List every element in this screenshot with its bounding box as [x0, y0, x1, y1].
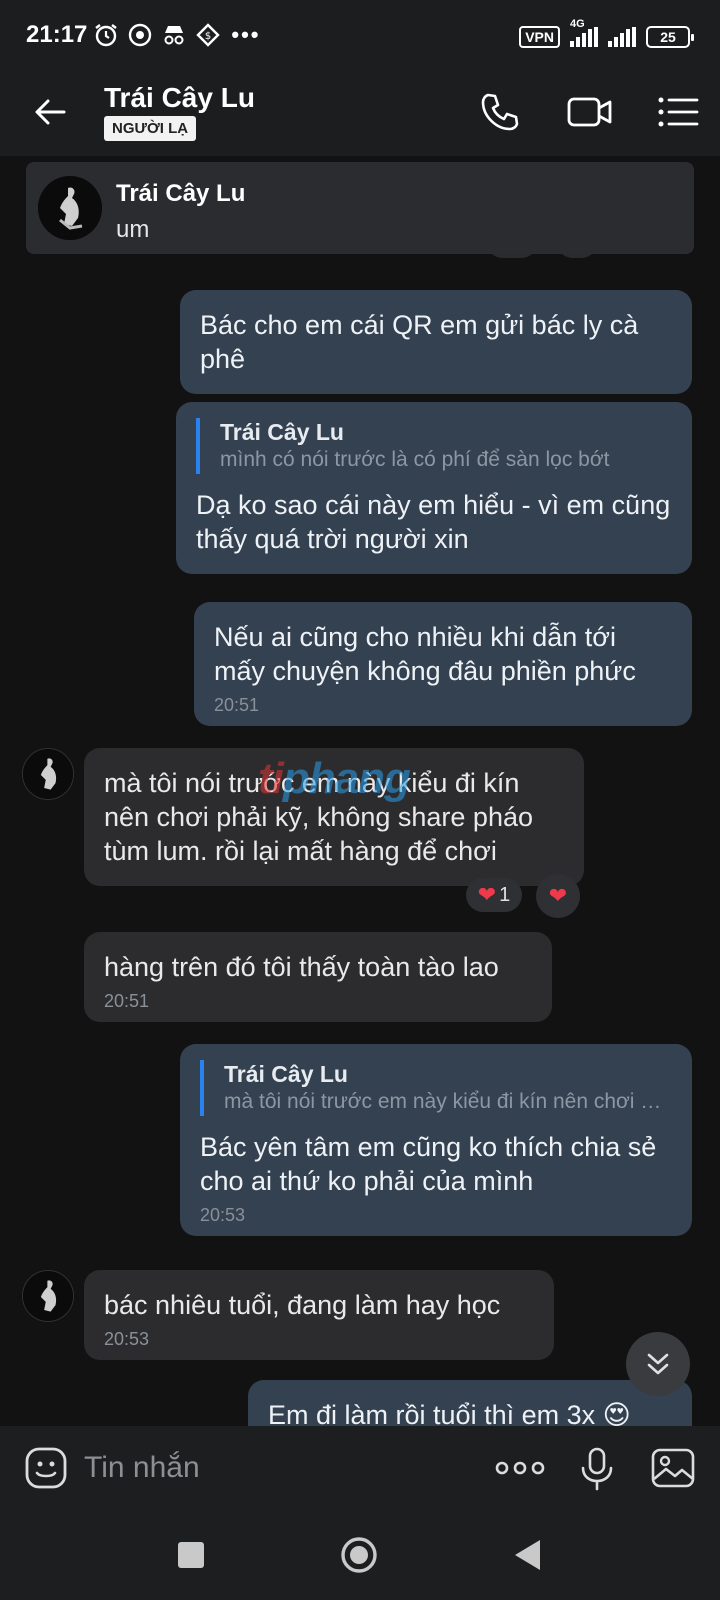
system-nav-bar — [0, 1510, 720, 1600]
alarm-icon — [95, 24, 118, 47]
message-bubble-received[interactable]: bác nhiêu tuổi, đang làm hay học 20:53 — [84, 1270, 554, 1360]
status-more-dots: ••• — [231, 22, 261, 47]
svg-text:$: $ — [205, 31, 211, 42]
reaction-count-pill[interactable]: ❤ 1 — [466, 878, 522, 912]
microphone-icon[interactable] — [578, 1446, 616, 1492]
message-bubble-received[interactable]: hàng trên đó tôi thấy toàn tào lao 20:51 — [84, 932, 552, 1022]
quoted-message[interactable]: Trái Cây Lu mình có nói trước là có phí … — [196, 418, 672, 474]
message-bubble-sent[interactable]: Bác cho em cái QR em gửi bác ly cà phê — [180, 290, 692, 394]
status-time: 21:17 — [26, 21, 88, 48]
message-bubble-sent-reply[interactable]: Trái Cây Lu mình có nói trước là có phí … — [176, 402, 692, 574]
add-reaction-button[interactable]: ❤ — [536, 874, 580, 918]
recents-square-icon[interactable] — [178, 1542, 204, 1568]
message-time: 20:51 — [104, 991, 150, 1011]
message-text: Bác yên tâm em cũng ko thích chia sẻ cho… — [200, 1132, 657, 1196]
home-circle-icon[interactable] — [340, 1536, 378, 1574]
phone-call-icon[interactable] — [478, 90, 522, 134]
message-bubble-sent[interactable]: Nếu ai cũng cho nhiều khi dẫn tới mấy ch… — [194, 602, 692, 726]
watermark-part1: ti — [258, 754, 284, 803]
more-options-icon[interactable] — [494, 1450, 546, 1486]
back-triangle-icon[interactable] — [512, 1538, 542, 1572]
status-notification-icons: $ — [93, 22, 221, 48]
avatar[interactable] — [22, 1270, 74, 1322]
message-list[interactable]: Trái Cây Lu um Bác cho em cái QR em gửi … — [0, 156, 720, 1426]
chrome-icon — [129, 23, 152, 47]
battery-icon: 25 — [646, 26, 694, 48]
message-text: Bác cho em cái QR em gửi bác ly cà phê — [200, 310, 639, 374]
message-bubble-sent-reply[interactable]: Trái Cây Lu mà tôi nói trước em này kiểu… — [180, 1044, 692, 1236]
incognito-icon — [164, 26, 184, 45]
message-time: 20:51 — [214, 695, 260, 715]
message-text: Nếu ai cũng cho nhiều khi dẫn tới mấy ch… — [214, 622, 636, 686]
pinned-message-text: um — [116, 216, 150, 243]
watermark-logo: tiphang — [258, 754, 411, 804]
signal-icon-1: 4G — [570, 18, 598, 47]
status-bar: 21:17 $ ••• VPN 4G 25 — [0, 0, 720, 70]
contact-name[interactable]: Trái Cây Lu — [104, 82, 255, 114]
message-text: hàng trên đó tôi thấy toàn tào lao — [104, 952, 499, 982]
quoted-sender-name: Trái Cây Lu — [224, 1061, 348, 1087]
message-text: bác nhiêu tuổi, đang làm hay học — [104, 1290, 501, 1320]
sticker-icon[interactable] — [24, 1446, 68, 1490]
reaction-count: 1 — [499, 883, 511, 906]
message-text: Em đi làm rồi tuổi thì em 3x 😍 — [268, 1400, 631, 1426]
watermark-part2: phang — [282, 754, 411, 803]
message-time: 20:53 — [104, 1329, 150, 1349]
status-system-icons: VPN 4G 25 — [519, 18, 694, 48]
message-bubble-sent[interactable]: Em đi làm rồi tuổi thì em 3x 😍 — [248, 1380, 692, 1426]
pinned-sender-name: Trái Cây Lu — [116, 180, 246, 207]
back-arrow-icon[interactable] — [30, 92, 70, 132]
heart-icon: ❤ — [477, 882, 497, 907]
image-gallery-icon[interactable] — [650, 1446, 696, 1490]
message-time: 20:53 — [200, 1205, 246, 1225]
scroll-to-bottom-button[interactable] — [626, 1332, 690, 1396]
vpn-icon: VPN — [519, 26, 560, 48]
avatar[interactable] — [22, 748, 74, 800]
video-call-icon[interactable] — [566, 92, 614, 132]
heart-icon: ❤ — [548, 883, 568, 908]
network-type-label: 4G — [570, 18, 585, 30]
chat-header: Trái Cây Lu NGƯỜI LẠ — [0, 70, 720, 156]
home-app-icon: $ — [196, 23, 221, 47]
quoted-message[interactable]: Trái Cây Lu mà tôi nói trước em này kiểu… — [200, 1060, 672, 1116]
double-chevron-down-icon — [647, 1353, 669, 1375]
pinned-message[interactable]: Trái Cây Lu um — [26, 162, 694, 254]
signal-icon-2 — [608, 27, 636, 47]
menu-list-icon[interactable] — [656, 92, 700, 132]
avatar — [38, 176, 102, 240]
message-text: Dạ ko sao cái này em hiểu - vì em cũng t… — [196, 490, 671, 554]
quoted-text: mình có nói trước là có phí để sàn lọc b… — [220, 448, 610, 471]
message-input[interactable] — [84, 1444, 464, 1492]
stranger-badge: NGƯỜI LẠ — [104, 116, 197, 141]
message-composer — [0, 1426, 720, 1510]
quoted-sender-name: Trái Cây Lu — [220, 419, 344, 445]
quoted-text: mà tôi nói trước em này kiểu đi kín nên … — [224, 1090, 672, 1113]
